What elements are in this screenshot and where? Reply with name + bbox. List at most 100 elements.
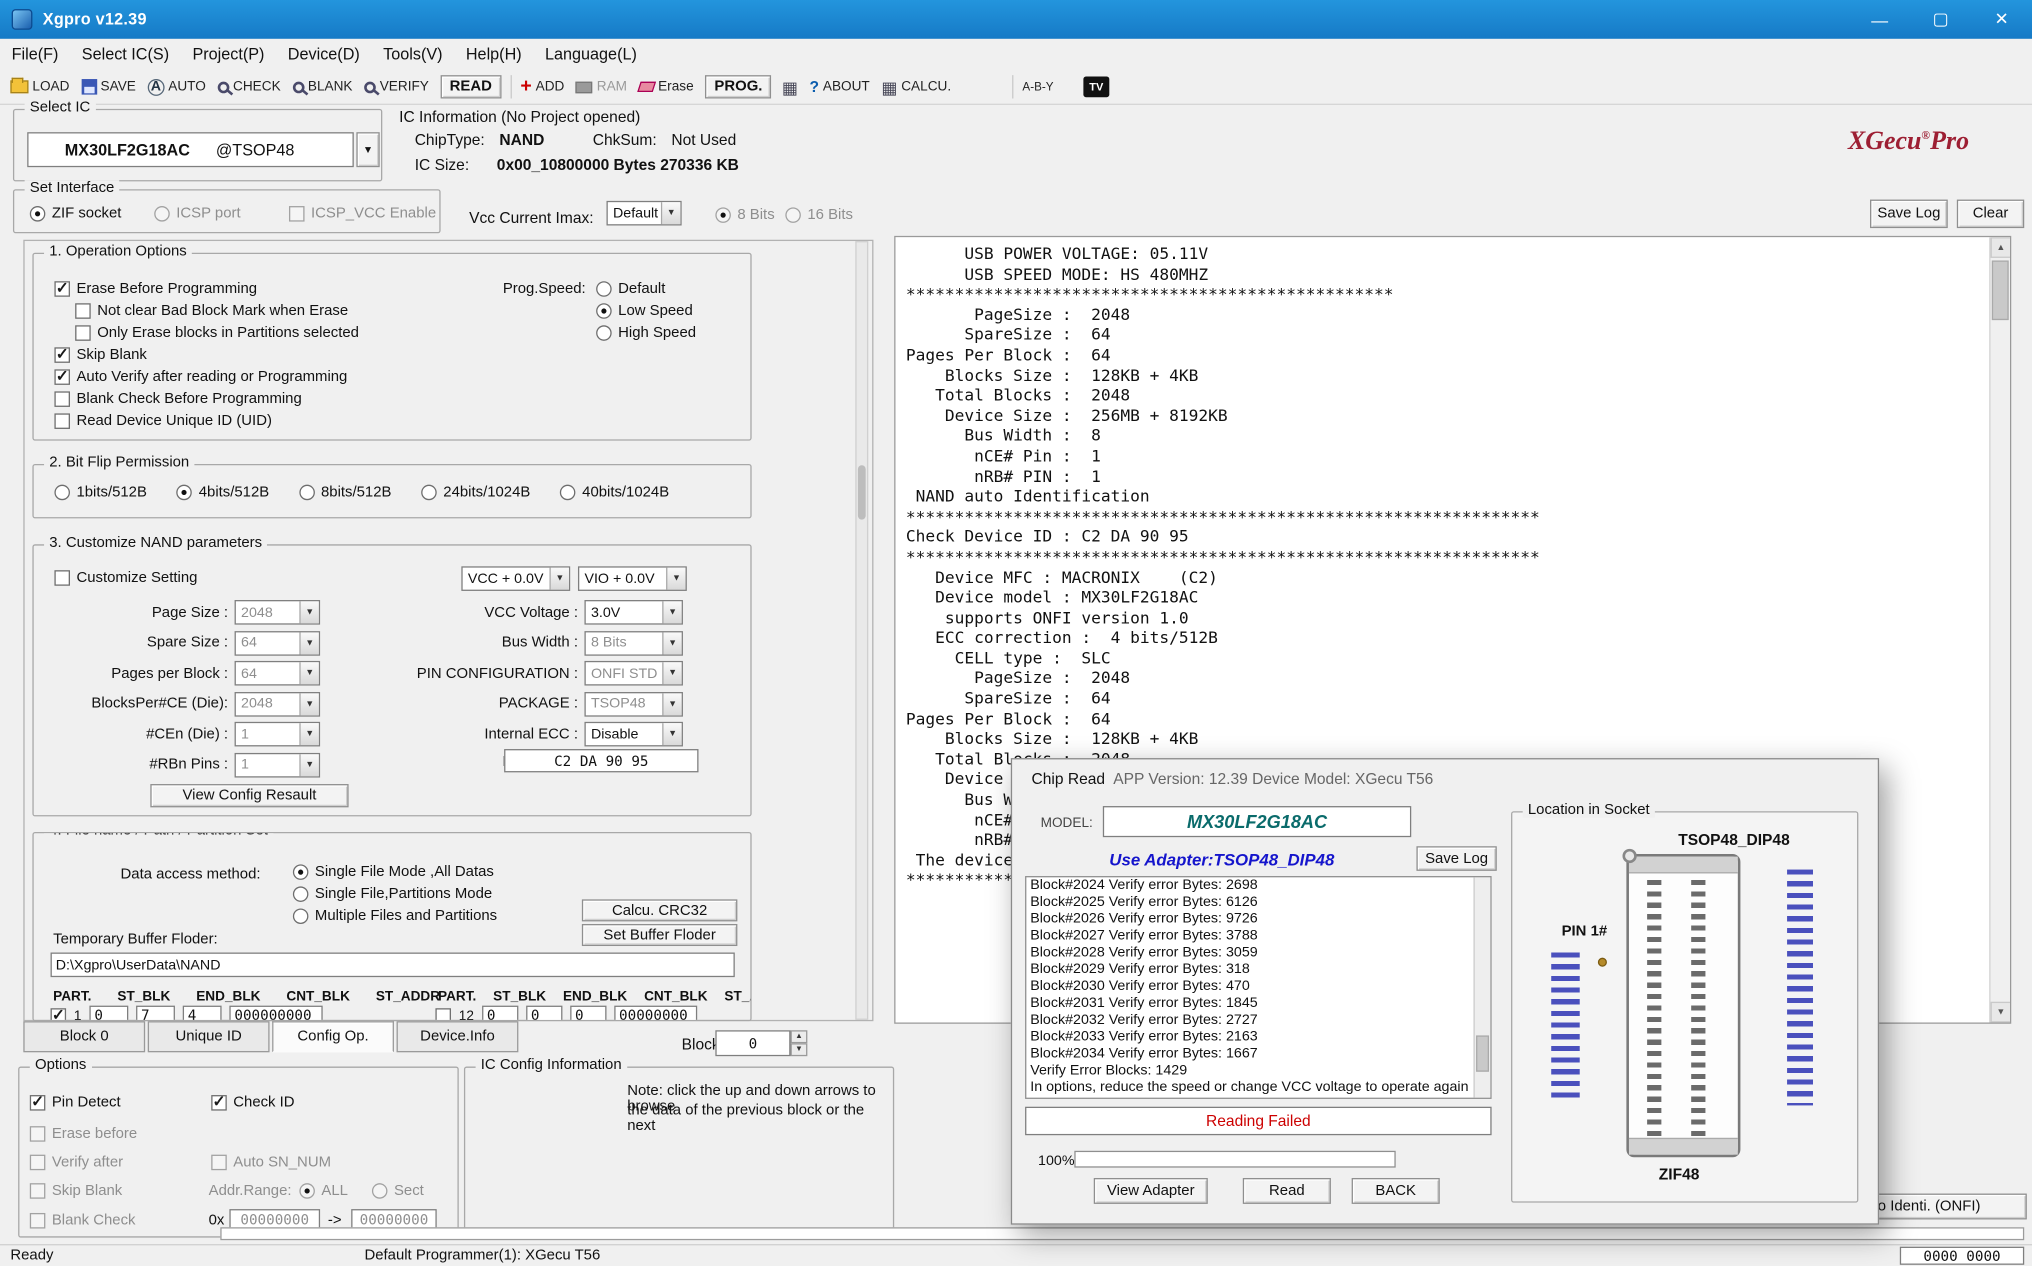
icsp-port-radio[interactable]: ICSP port <box>154 202 240 224</box>
param-combo[interactable]: Disable▼ <box>584 722 682 747</box>
operation-option-checkbox[interactable]: Auto Verify after reading or Programming <box>54 365 359 387</box>
bit-flip-radio[interactable]: 4bits/512B <box>177 481 269 503</box>
calcu-button[interactable]: ▦CALCU. <box>881 78 951 95</box>
verify-error-listbox[interactable]: Block#2024 Verify error Bytes: 2698Block… <box>1025 876 1492 1099</box>
st-blk-field[interactable]: 0 <box>89 1006 128 1022</box>
set-buffer-folder-button[interactable]: Set Buffer Floder <box>582 924 738 946</box>
bit-flip-radio[interactable]: 40bits/1024B <box>560 481 669 503</box>
about-button[interactable]: ?ABOUT <box>809 78 869 96</box>
calc-crc32-button[interactable]: Calcu. CRC32 <box>582 899 738 921</box>
vcc-adjust-combo[interactable]: VCC + 0.0V▼ <box>461 566 570 591</box>
pin-map-button[interactable]: ▦ <box>782 78 798 95</box>
save-log-button[interactable]: Save Log <box>1870 200 1948 229</box>
menu-item[interactable]: Help(H) <box>454 45 533 63</box>
auto-identi-onfi-button[interactable]: o Identi. (ONFI) <box>1871 1194 2027 1220</box>
param-combo[interactable]: 2048▼ <box>235 692 321 717</box>
bit-flip-radio[interactable]: 8bits/512B <box>299 481 391 503</box>
zif-socket-radio[interactable]: ZIF socket <box>30 202 122 224</box>
erase-before-checkbox[interactable]: Erase before <box>30 1122 137 1144</box>
auto-sn-checkbox[interactable]: Auto SN_NUM <box>211 1151 331 1173</box>
socket-lever-icon[interactable] <box>1622 849 1636 863</box>
param-combo[interactable]: 1▼ <box>235 753 321 778</box>
partition-checkbox[interactable] <box>435 1008 451 1022</box>
operation-option-checkbox[interactable]: Erase Before Programming <box>54 277 359 299</box>
param-combo[interactable]: 1▼ <box>235 722 321 747</box>
param-combo[interactable]: 3.0V▼ <box>584 600 682 625</box>
use-adapter-link[interactable]: Use Adapter:TSOP48_DIP48 <box>1109 850 1334 869</box>
param-combo[interactable]: 2048▼ <box>235 600 321 625</box>
dialog-back-button[interactable]: BACK <box>1352 1178 1440 1204</box>
bit-flip-radio[interactable]: 24bits/1024B <box>421 481 530 503</box>
bits16-radio[interactable]: 16 Bits <box>785 203 853 225</box>
st-blk-field[interactable]: 0 <box>482 1006 518 1022</box>
spin-down-icon[interactable]: ▼ <box>791 1043 808 1056</box>
load-button[interactable]: LOAD <box>10 79 69 95</box>
vio-adjust-combo[interactable]: VIO + 0.0V▼ <box>578 566 687 591</box>
st-addr-field[interactable]: 000000000 <box>229 1006 322 1022</box>
check-button[interactable]: CHECK <box>217 79 280 95</box>
pin-detect-checkbox[interactable]: Pin Detect <box>30 1091 121 1113</box>
check-id-checkbox[interactable]: Check ID <box>211 1091 294 1113</box>
param-combo[interactable]: 64▼ <box>235 631 321 656</box>
tab[interactable]: Config Op. <box>272 1021 394 1052</box>
param-combo[interactable]: ONFI STD▼ <box>584 661 682 686</box>
speed-radio[interactable]: High Speed <box>596 321 696 343</box>
data-access-radio[interactable]: Multiple Files and Partitions <box>293 905 497 927</box>
speed-radio[interactable]: Default <box>596 277 696 299</box>
tv-button[interactable]: TV <box>1083 76 1109 97</box>
menu-item[interactable]: Language(L) <box>533 45 648 63</box>
st-addr-field[interactable]: 00000000 <box>614 1006 697 1022</box>
read-button[interactable]: READ <box>441 75 501 98</box>
operation-option-checkbox[interactable]: Blank Check Before Programming <box>54 387 359 409</box>
save-button[interactable]: SAVE <box>81 79 136 95</box>
maximize-button[interactable]: ▢ <box>1910 0 1971 39</box>
operation-option-checkbox[interactable]: Read Device Unique ID (UID) <box>54 410 359 432</box>
imax-combo[interactable]: Default▼ <box>606 201 681 226</box>
console-scrollbar[interactable]: ▲ ▼ <box>1989 237 2010 1022</box>
blank-button[interactable]: BLANK <box>292 79 352 95</box>
verify-button[interactable]: VERIFY <box>364 79 429 95</box>
blank-check-checkbox[interactable]: Blank Check <box>30 1209 136 1231</box>
bit-flip-radio[interactable]: 1bits/512B <box>54 481 146 503</box>
tab[interactable]: Unique ID <box>148 1021 270 1052</box>
ram-button[interactable]: RAM <box>576 79 627 95</box>
select-ic-combo[interactable]: MX30LF2G18AC @TSOP48 <box>27 132 354 167</box>
view-config-button[interactable]: View Config Resault <box>150 784 348 807</box>
tab[interactable]: Device.Info <box>397 1021 519 1052</box>
dialog-read-button[interactable]: Read <box>1243 1178 1331 1204</box>
view-adapter-button[interactable]: View Adapter <box>1094 1178 1208 1204</box>
left-panel-scrollbar[interactable] <box>855 241 868 1020</box>
customize-setting-checkbox[interactable]: Customize Setting <box>54 566 197 588</box>
scrollbar-thumb[interactable] <box>1476 1035 1489 1071</box>
end-blk-field[interactable]: 0 <box>526 1006 562 1022</box>
addr-all-radio[interactable]: ALL <box>299 1179 348 1201</box>
menu-item[interactable]: Tools(V) <box>371 45 454 63</box>
spin-up-icon[interactable]: ▲ <box>791 1030 808 1043</box>
data-access-radio[interactable]: Single File,Partitions Mode <box>293 883 497 905</box>
minimize-button[interactable]: — <box>1849 0 1910 39</box>
menu-item[interactable]: Select IC(S) <box>70 45 181 63</box>
scroll-up-icon[interactable]: ▲ <box>1991 237 2012 258</box>
scroll-down-icon[interactable]: ▼ <box>1991 1002 2012 1023</box>
clear-button[interactable]: Clear <box>1957 200 2024 229</box>
select-ic-dropdown-button[interactable]: ▼ <box>356 132 379 167</box>
close-button[interactable]: ✕ <box>1971 0 2032 39</box>
add-button[interactable]: +ADD <box>520 79 564 95</box>
dialog-save-log-button[interactable]: Save Log <box>1416 846 1496 871</box>
scrollbar-thumb[interactable] <box>1992 260 2009 320</box>
menu-item[interactable]: Device(D) <box>276 45 371 63</box>
cnt-blk-field[interactable]: 0 <box>570 1006 606 1022</box>
bits8-radio[interactable]: 8 Bits <box>715 203 774 225</box>
tab[interactable]: Block 0 <box>23 1021 145 1052</box>
temp-buffer-path-field[interactable]: D:\Xgpro\UserData\NAND <box>51 953 735 978</box>
partition-checkbox[interactable] <box>51 1008 67 1022</box>
menu-item[interactable]: Project(P) <box>181 45 276 63</box>
operation-option-checkbox[interactable]: Skip Blank <box>54 343 359 365</box>
skip-blank-checkbox[interactable]: Skip Blank <box>30 1179 122 1201</box>
data-access-radio[interactable]: Single File Mode ,All Datas <box>293 860 497 882</box>
auto-button[interactable]: AAUTO <box>148 78 206 95</box>
end-blk-field[interactable]: 7 <box>136 1006 175 1022</box>
compare-button[interactable]: A-B-Y <box>1022 80 1053 93</box>
param-combo[interactable]: TSOP48▼ <box>584 692 682 717</box>
erase-button[interactable]: Erase <box>639 79 694 95</box>
